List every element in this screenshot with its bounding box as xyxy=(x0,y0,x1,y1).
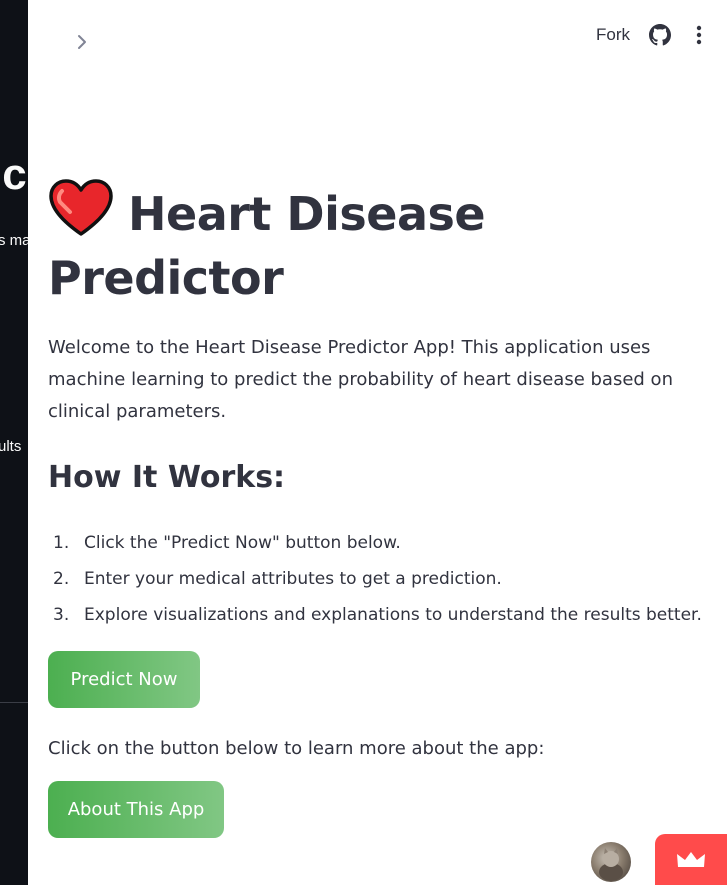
predict-now-button[interactable]: Predict Now xyxy=(48,651,200,708)
sidebar-text-fragment: s ma xyxy=(0,232,28,249)
step-text: Enter your medical attributes to get a p… xyxy=(84,569,502,589)
streamlit-badge[interactable] xyxy=(655,834,727,885)
heart-emoji-icon xyxy=(49,179,113,236)
github-icon xyxy=(649,24,671,46)
avatar[interactable] xyxy=(591,842,631,882)
step-text: Click the "Predict Now" button below. xyxy=(84,533,401,553)
step-text: Explore visualizations and explanations … xyxy=(84,605,702,625)
step-number: 3. xyxy=(53,605,70,625)
step-number: 1. xyxy=(53,533,70,553)
sidebar-text-fragment: ults xyxy=(0,438,22,455)
page-content: Heart Disease Predictor Welcome to the H… xyxy=(48,178,708,838)
intro-paragraph: Welcome to the Heart Disease Predictor A… xyxy=(48,337,673,422)
steps-list: 1. Click the "Predict Now" button below.… xyxy=(48,525,708,633)
list-item: 1. Click the "Predict Now" button below. xyxy=(48,525,708,561)
crown-icon xyxy=(677,851,705,867)
list-item: 2. Enter your medical attributes to get … xyxy=(48,561,708,597)
list-item: 3. Explore visualizations and explanatio… xyxy=(48,597,708,633)
about-app-button[interactable]: About This App xyxy=(48,781,224,838)
how-it-works-heading: How It Works: xyxy=(48,460,286,495)
step-number: 2. xyxy=(53,569,70,589)
sidebar-title-fragment: ic xyxy=(0,150,27,199)
about-helper-text: Click on the button below to learn more … xyxy=(48,738,545,759)
user-avatar-icon xyxy=(599,848,623,881)
header-toolbar: Fork xyxy=(596,24,705,46)
main-menu-button[interactable] xyxy=(693,24,705,46)
expand-sidebar-button[interactable] xyxy=(68,28,96,56)
main-content: Fork Heart Disease Predictor Welcome to … xyxy=(28,0,727,885)
kebab-menu-icon xyxy=(696,25,702,45)
sidebar-divider xyxy=(0,702,28,703)
fork-button[interactable]: Fork xyxy=(596,25,630,45)
github-button[interactable] xyxy=(649,24,671,46)
page-title: Heart Disease Predictor xyxy=(48,178,708,310)
chevron-right-icon xyxy=(78,35,86,49)
sidebar: ic s ma ults xyxy=(0,0,28,885)
